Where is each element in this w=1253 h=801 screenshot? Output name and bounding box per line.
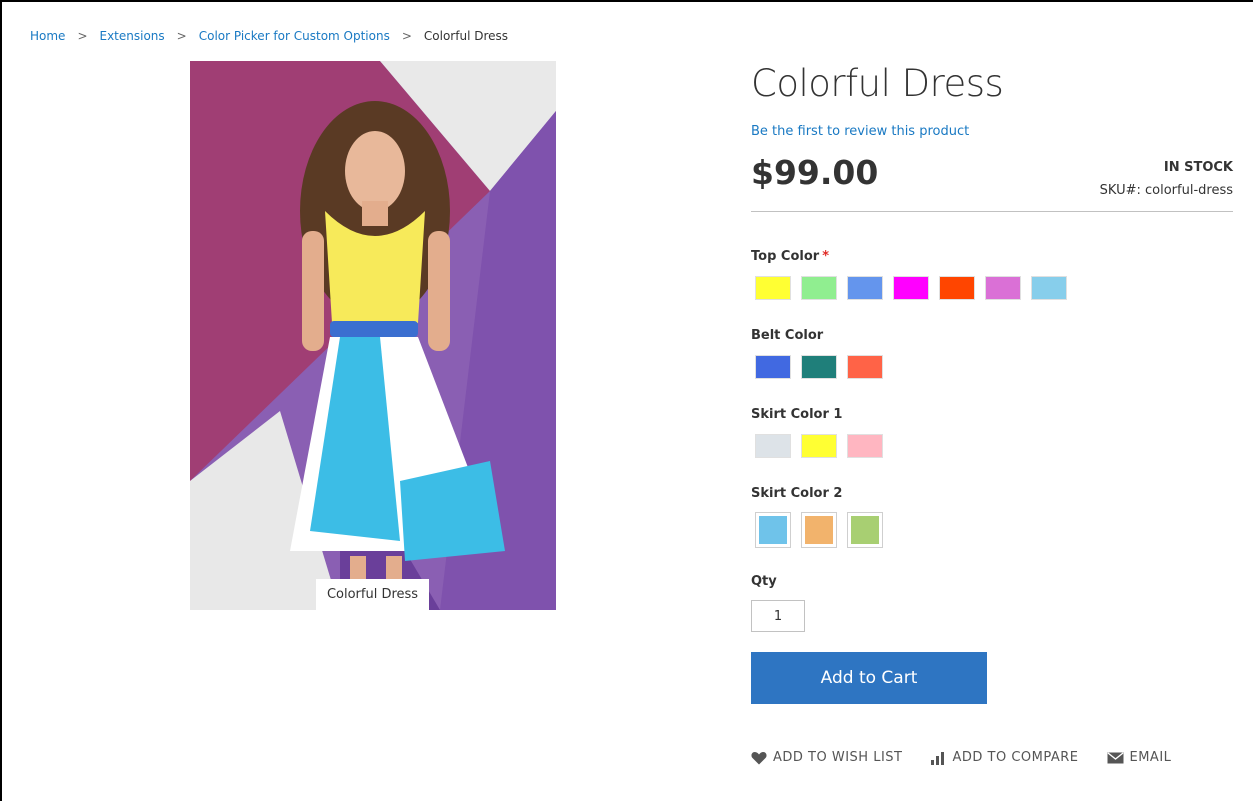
bar-chart-icon xyxy=(931,751,945,765)
wishlist-label: ADD TO WISH LIST xyxy=(773,750,903,765)
breadcrumb-separator: > xyxy=(77,29,88,43)
sku-value: colorful-dress xyxy=(1145,183,1233,198)
breadcrumb-extensions-link[interactable]: Extensions xyxy=(100,29,165,43)
belt-color-swatch-3[interactable] xyxy=(847,355,883,379)
product-photo-illustration xyxy=(190,61,556,610)
skirt-color-1-label: Skirt Color 1 xyxy=(751,407,843,422)
top-color-swatch-2[interactable] xyxy=(801,276,837,300)
compare-label: ADD TO COMPARE xyxy=(952,750,1079,765)
envelope-icon xyxy=(1107,751,1123,763)
top-color-swatch-4[interactable] xyxy=(893,276,929,300)
breadcrumb-current: Colorful Dress xyxy=(423,29,509,43)
breadcrumb-color-picker-link[interactable]: Color Picker for Custom Options xyxy=(199,29,390,43)
top-color-swatch-3[interactable] xyxy=(847,276,883,300)
qty-label: Qty xyxy=(751,574,777,589)
sku-label: SKU#: xyxy=(1099,183,1141,198)
top-color-swatch-5[interactable] xyxy=(939,276,975,300)
review-link[interactable]: Be the first to review this product xyxy=(751,124,969,139)
required-mark: * xyxy=(822,249,829,264)
product-image[interactable] xyxy=(190,61,556,610)
skirt-color-1-swatches xyxy=(755,434,893,458)
swatch-texture xyxy=(759,516,787,544)
email-button[interactable]: EMAIL xyxy=(1107,750,1172,765)
page-frame xyxy=(0,0,1253,801)
breadcrumb-separator: > xyxy=(401,29,412,43)
swatch-texture xyxy=(805,516,833,544)
belt-color-swatch-2[interactable] xyxy=(801,355,837,379)
product-sku: SKU#: colorful-dress xyxy=(1100,183,1233,198)
qty-input[interactable] xyxy=(751,600,805,632)
skirt-color-2-label: Skirt Color 2 xyxy=(751,486,843,501)
top-color-label-text: Top Color xyxy=(751,249,820,264)
add-to-cart-button[interactable]: Add to Cart xyxy=(751,652,987,704)
skirt-color-2-swatches xyxy=(755,512,893,548)
heart-icon xyxy=(751,751,767,764)
divider xyxy=(751,211,1233,212)
breadcrumb: Home > Extensions > Color Picker for Cus… xyxy=(30,29,508,43)
image-caption: Colorful Dress xyxy=(316,579,429,610)
skirt-color-2-swatch-1[interactable] xyxy=(755,512,791,548)
product-actions: ADD TO WISH LIST ADD TO COMPARE EMAIL xyxy=(751,750,1199,765)
swatch-texture xyxy=(851,516,879,544)
top-color-swatch-7[interactable] xyxy=(1031,276,1067,300)
product-price: $99.00 xyxy=(751,153,879,192)
belt-color-swatch-1[interactable] xyxy=(755,355,791,379)
add-to-compare-button[interactable]: ADD TO COMPARE xyxy=(930,750,1078,765)
breadcrumb-home-link[interactable]: Home xyxy=(30,29,65,43)
skirt-color-1-swatch-2[interactable] xyxy=(801,434,837,458)
product-title: Colorful Dress xyxy=(751,62,1004,105)
breadcrumb-separator: > xyxy=(176,29,187,43)
belt-color-swatches xyxy=(755,355,893,379)
stock-status: IN STOCK xyxy=(1163,160,1233,175)
skirt-color-2-swatch-3[interactable] xyxy=(847,512,883,548)
email-label: EMAIL xyxy=(1129,750,1172,765)
skirt-color-1-swatch-1[interactable] xyxy=(755,434,791,458)
belt-color-label: Belt Color xyxy=(751,328,824,343)
top-color-swatch-1[interactable] xyxy=(755,276,791,300)
top-color-swatches xyxy=(755,276,1077,300)
top-color-swatch-6[interactable] xyxy=(985,276,1021,300)
skirt-color-2-swatch-2[interactable] xyxy=(801,512,837,548)
skirt-color-1-swatch-3[interactable] xyxy=(847,434,883,458)
add-to-wishlist-button[interactable]: ADD TO WISH LIST xyxy=(751,750,902,765)
top-color-label: Top Color * xyxy=(751,249,829,264)
